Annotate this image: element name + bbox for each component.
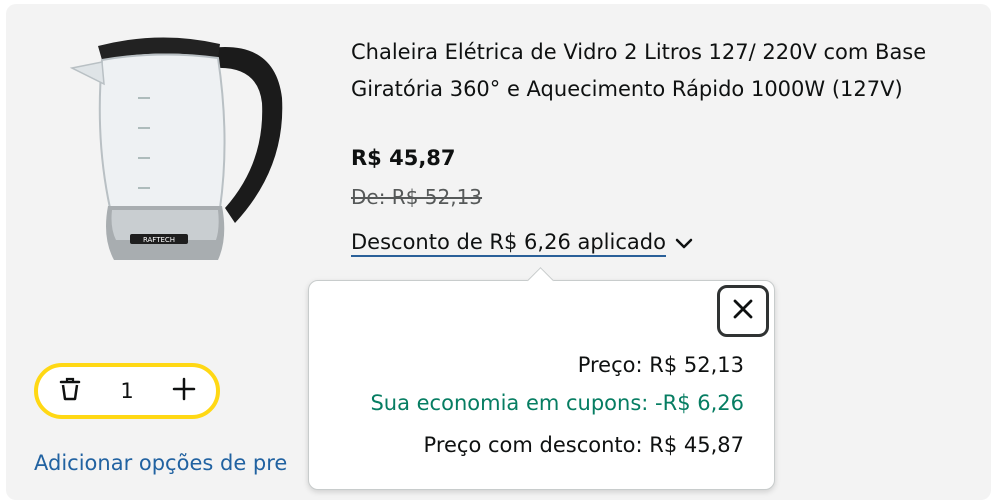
trash-icon [58, 376, 82, 406]
list-price: De: R$ 52,13 [351, 185, 483, 209]
product-image-brand: RAFTECH [143, 236, 175, 244]
close-icon [732, 298, 754, 324]
popover-discounted-line: Preço com desconto: R$ 45,87 [423, 433, 744, 457]
close-popover-button[interactable] [717, 285, 769, 337]
product-image[interactable]: RAFTECH [60, 28, 300, 273]
popover-price-line: Preço: R$ 52,13 [577, 353, 744, 377]
quantity-value: 1 [120, 379, 134, 403]
product-title[interactable]: Chaleira Elétrica de Vidro 2 Litros 127/… [351, 34, 961, 108]
quantity-stepper: 1 [34, 363, 220, 419]
popover-savings-line: Sua economia em cupons: -R$ 6,26 [370, 391, 744, 415]
plus-icon [172, 377, 196, 405]
delete-item-button[interactable] [56, 377, 84, 405]
add-gift-options-link[interactable]: Adicionar opções de pre [34, 451, 287, 475]
discount-popover: Preço: R$ 52,13 Sua economia em cupons: … [308, 267, 775, 490]
chevron-down-icon [674, 232, 694, 256]
discount-dropdown-link[interactable]: Desconto de R$ 6,26 aplicado [351, 230, 694, 257]
product-price: R$ 45,87 [351, 146, 456, 170]
increment-quantity-button[interactable] [170, 377, 198, 405]
discount-label: Desconto de R$ 6,26 aplicado [351, 230, 666, 257]
